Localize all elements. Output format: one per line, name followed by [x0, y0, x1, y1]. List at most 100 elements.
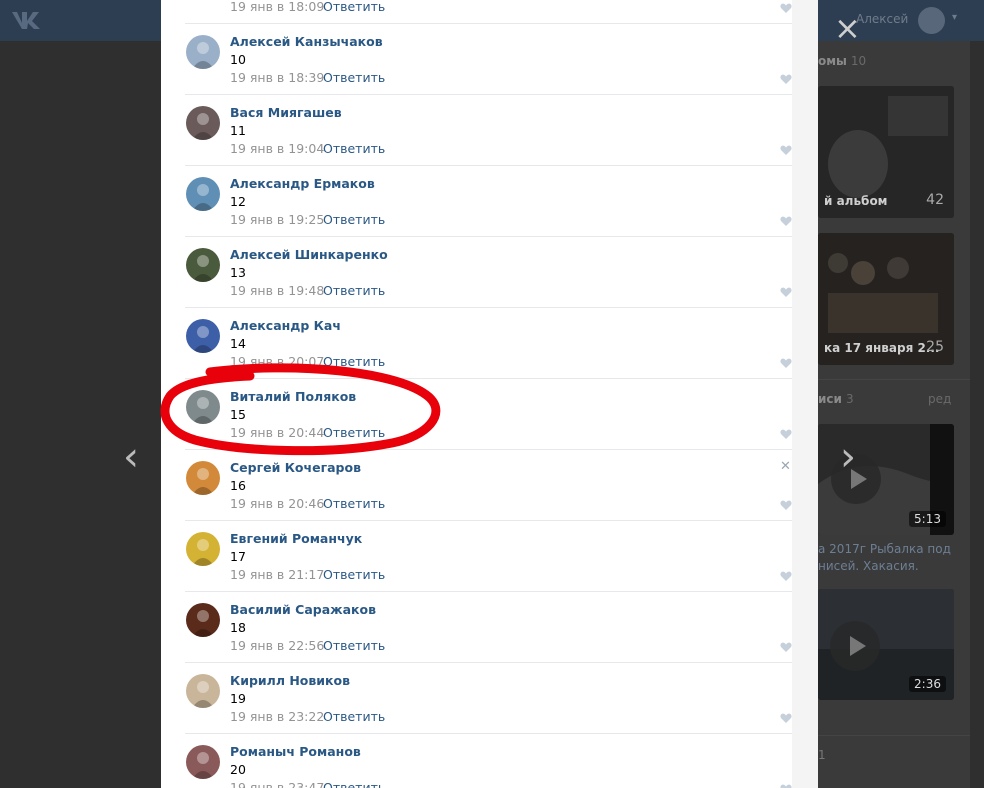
comment-author[interactable]: Алексей Канзычаков — [230, 34, 383, 49]
comment-text: 11 — [230, 123, 246, 138]
comment-item: Александр Кач 14 19 янв в 20:07 Ответить — [161, 307, 792, 378]
videos-header[interactable]: иси 3 — [818, 392, 854, 406]
delete-comment-icon[interactable]: ✕ — [780, 459, 791, 474]
albums-header[interactable]: омы 10 — [818, 54, 866, 68]
heart-icon[interactable] — [780, 641, 792, 653]
heart-icon[interactable] — [780, 144, 792, 156]
comment-date[interactable]: 19 янв в 20:46 — [230, 496, 324, 511]
heart-icon[interactable] — [780, 286, 792, 298]
avatar[interactable] — [186, 674, 220, 708]
avatar[interactable] — [186, 603, 220, 637]
comment-date[interactable]: 19 янв в 23:47 — [230, 780, 324, 788]
heart-icon[interactable] — [780, 428, 792, 440]
user-name[interactable]: Алексей — [856, 12, 908, 26]
reply-button[interactable]: Ответить — [323, 0, 385, 14]
avatar[interactable] — [186, 461, 220, 495]
comment-date[interactable]: 19 янв в 19:48 — [230, 283, 324, 298]
comment-item: Александр Ермаков 12 19 янв в 19:25 Отве… — [161, 165, 792, 236]
album-photo-count: 42 — [926, 192, 944, 208]
comment-author[interactable]: Романыч Романов — [230, 744, 361, 759]
avatar[interactable] — [186, 248, 220, 282]
reply-button[interactable]: Ответить — [323, 70, 385, 85]
reply-button[interactable]: Ответить — [323, 780, 385, 788]
album-caption: й альбом — [824, 194, 888, 208]
comment-text: 18 — [230, 620, 246, 635]
comment-date[interactable]: 19 янв в 19:04 — [230, 141, 324, 156]
video-duration: 2:36 — [909, 676, 946, 692]
reply-button[interactable]: Ответить — [323, 638, 385, 653]
vk-logo-icon[interactable] — [10, 9, 44, 31]
comment-text: 15 — [230, 407, 246, 422]
video-caption-line-2[interactable]: нисей. Хакасия. — [818, 558, 919, 575]
comment-author[interactable]: Александр Кач — [230, 318, 341, 333]
comment-date[interactable]: 19 янв в 18:39 — [230, 70, 324, 85]
comment-date[interactable]: 19 янв в 23:22 — [230, 709, 324, 724]
heart-icon[interactable] — [780, 2, 792, 14]
comment-author[interactable]: Евгений Романчук — [230, 531, 362, 546]
comment-author[interactable]: Кирилл Новиков — [230, 673, 350, 688]
heart-icon[interactable] — [780, 499, 792, 511]
comment-item: Алексей Шинкаренко 13 19 янв в 19:48 Отв… — [161, 236, 792, 307]
reply-button[interactable]: Ответить — [323, 496, 385, 511]
close-icon[interactable]: × — [834, 12, 861, 44]
chevron-right-icon[interactable]: › — [837, 437, 859, 477]
chevron-left-icon[interactable]: ‹ — [120, 437, 142, 477]
comment-author[interactable]: Алексей Шинкаренко — [230, 247, 388, 262]
videos-edit-link[interactable]: ред — [928, 391, 951, 408]
comment-date[interactable]: 19 янв в 22:56 — [230, 638, 324, 653]
chevron-down-icon[interactable]: ▾ — [952, 12, 957, 23]
reply-button[interactable]: Ответить — [323, 283, 385, 298]
avatar[interactable] — [186, 35, 220, 69]
avatar[interactable] — [186, 532, 220, 566]
avatar[interactable] — [186, 319, 220, 353]
heart-icon[interactable] — [780, 570, 792, 582]
comment-item: 19 янв в 18:09 Ответить — [161, 0, 792, 23]
video-caption-line-1[interactable]: а 2017г Рыбалка под — [818, 541, 951, 558]
reply-button[interactable]: Ответить — [323, 354, 385, 369]
comment-author[interactable]: Василий Саражаков — [230, 602, 376, 617]
comment-date[interactable]: 19 янв в 18:09 — [230, 0, 324, 14]
comment-date[interactable]: 19 янв в 19:25 — [230, 212, 324, 227]
modal-scrollbar[interactable] — [792, 0, 818, 788]
comment-date[interactable]: 19 янв в 20:44 — [230, 425, 324, 440]
comment-divider — [185, 662, 792, 663]
album-photo-count: 25 — [926, 339, 944, 355]
heart-icon[interactable] — [780, 73, 792, 85]
comment-author[interactable]: Сергей Кочегаров — [230, 460, 361, 475]
comments-modal: 19 янв в 18:09 Ответить Алексей Канзычак… — [161, 0, 818, 788]
avatar[interactable] — [186, 390, 220, 424]
albums-count: 10 — [850, 54, 867, 68]
reply-button[interactable]: Ответить — [323, 212, 385, 227]
comment-item: Романыч Романов 20 19 янв в 23:47 Ответи… — [161, 733, 792, 788]
play-icon[interactable] — [830, 621, 880, 671]
user-avatar[interactable] — [918, 7, 945, 34]
comment-text: 14 — [230, 336, 246, 351]
album-tile[interactable]: й альбом 42 — [818, 86, 954, 218]
heart-icon[interactable] — [780, 712, 792, 724]
comment-text: 12 — [230, 194, 246, 209]
heart-icon[interactable] — [780, 357, 792, 369]
album-tile[interactable]: ка 17 января 2... 25 — [818, 233, 954, 365]
avatar[interactable] — [186, 745, 220, 779]
avatar[interactable] — [186, 106, 220, 140]
avatar[interactable] — [186, 177, 220, 211]
albums-title: омы — [818, 54, 847, 68]
video-tile[interactable]: 2:36 — [818, 589, 954, 700]
reply-button[interactable]: Ответить — [323, 567, 385, 582]
heart-icon[interactable] — [780, 215, 792, 227]
reply-button[interactable]: Ответить — [323, 141, 385, 156]
comment-text: 10 — [230, 52, 246, 67]
reply-button[interactable]: Ответить — [323, 709, 385, 724]
comment-author[interactable]: Александр Ермаков — [230, 176, 375, 191]
comment-text: 19 — [230, 691, 246, 706]
comment-divider — [185, 165, 792, 166]
comment-author[interactable]: Вася Миягашев — [230, 105, 342, 120]
comment-date[interactable]: 19 янв в 21:17 — [230, 567, 324, 582]
comment-text: 20 — [230, 762, 246, 777]
comment-divider — [185, 236, 792, 237]
comment-date[interactable]: 19 янв в 20:07 — [230, 354, 324, 369]
reply-button[interactable]: Ответить — [323, 425, 385, 440]
comment-author[interactable]: Виталий Поляков — [230, 389, 356, 404]
heart-icon[interactable] — [780, 783, 792, 788]
comments-list: 19 янв в 18:09 Ответить Алексей Канзычак… — [161, 0, 792, 788]
